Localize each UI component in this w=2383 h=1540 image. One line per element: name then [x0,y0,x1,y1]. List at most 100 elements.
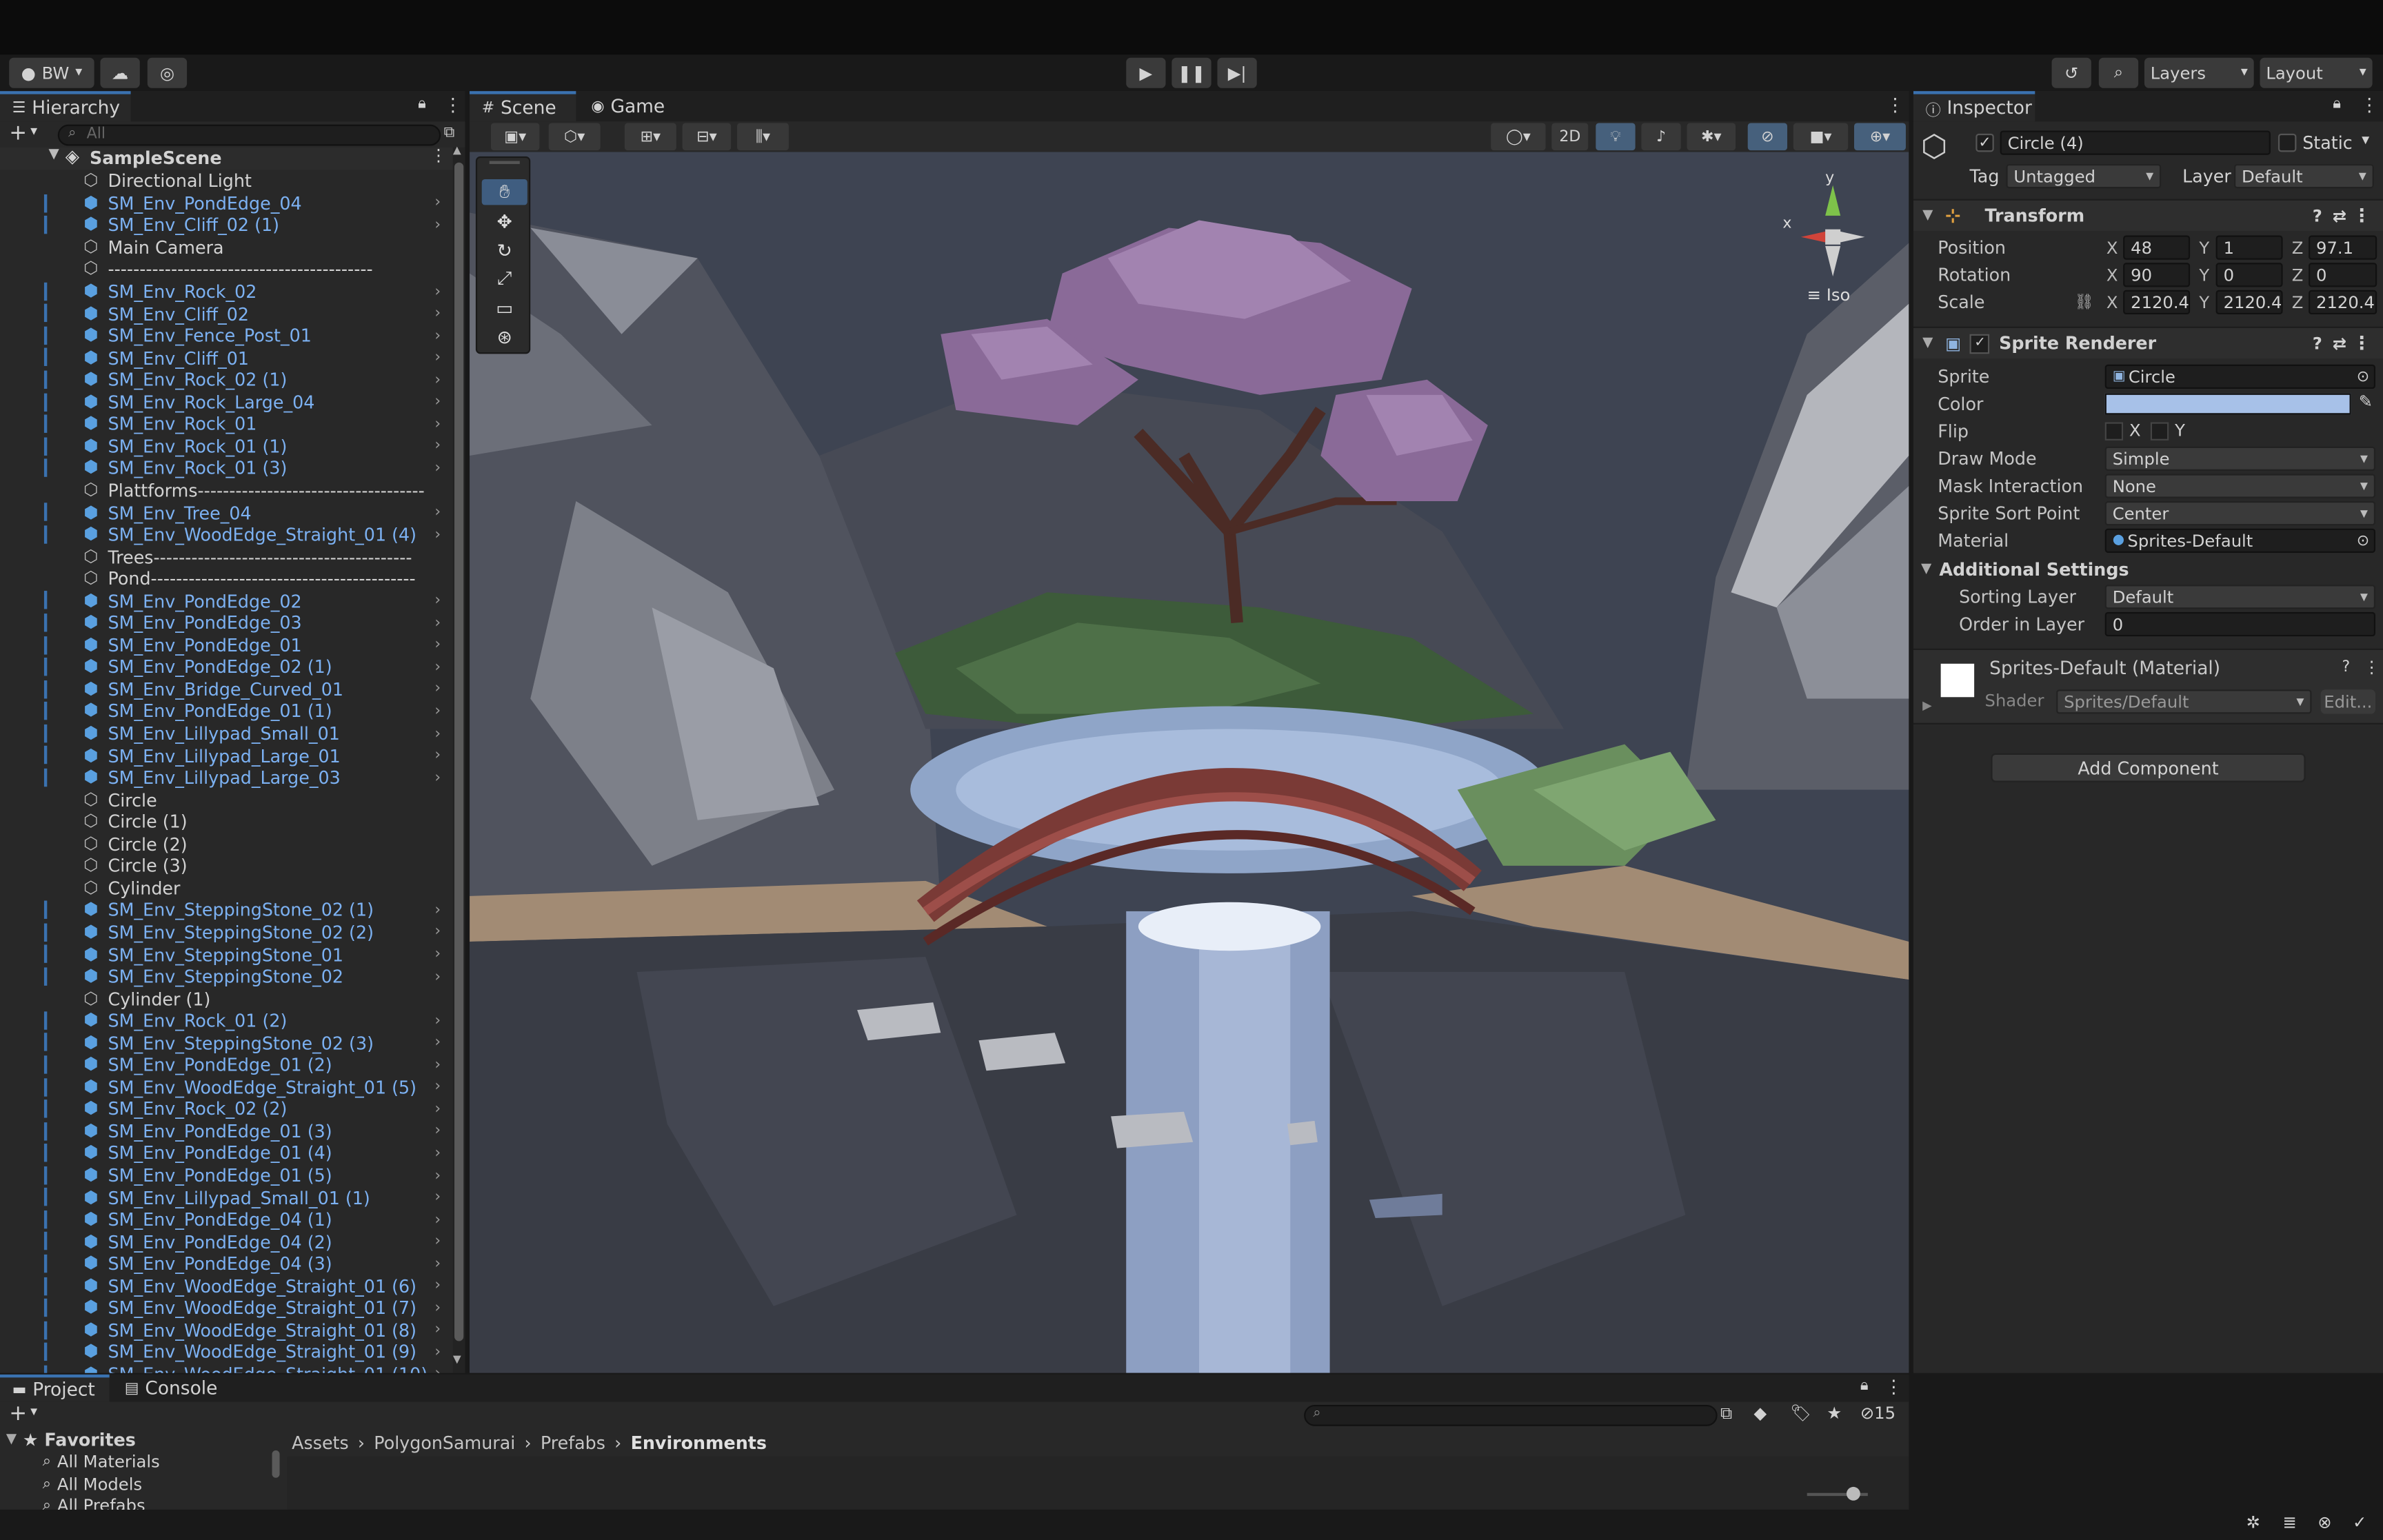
hierarchy-item[interactable]: ⬡ Circle (2) [0,833,453,855]
axis-z-label[interactable]: Z [2292,292,2304,312]
scroll-up-icon[interactable]: ▲ [453,144,461,156]
object-name-field[interactable]: Circle (4) [2000,130,2271,155]
hierarchy-item[interactable]: ⬢ SM_Env_PondEdge_01 (1) › [0,700,453,722]
hierarchy-item[interactable]: ⬢ SM_Env_Rock_01 › [0,413,453,435]
cache-icon[interactable]: ≣ [2283,1512,2297,1532]
expand-arrow-icon[interactable]: ▼ [6,1432,17,1448]
constrain-proportions-icon[interactable]: ⛓ [2075,294,2094,310]
chevron-right-icon[interactable]: › [434,902,441,918]
hierarchy-item[interactable]: ⬡ Plattforms-----------------------------… [0,480,453,502]
presets-icon[interactable]: ⇄ [2333,206,2346,226]
hierarchy-item[interactable]: ⬢ SM_Env_Rock_01 (2) › [0,1010,453,1032]
chevron-right-icon[interactable]: › [434,527,441,543]
search-options-icon[interactable]: ⧉ [444,125,455,141]
hierarchy-item[interactable]: ⬢ SM_Env_Lillypad_Large_03 › [0,767,453,789]
favorites-item[interactable]: ⌕ All Models [43,1474,142,1494]
hierarchy-item[interactable]: ⬢ SM_Env_Lillypad_Small_01 › [0,722,453,744]
hierarchy-item[interactable]: ⬢ SM_Env_SteppingStone_02 › [0,966,453,988]
hierarchy-item[interactable]: ⬡ Cylinder [0,878,453,900]
more-menu-icon[interactable]: ⋮ [1884,1376,1902,1397]
hierarchy-item[interactable]: ⬢ SM_Env_Fence_Post_01 › [0,325,453,347]
hierarchy-item[interactable]: ⬡ Circle (3) [0,855,453,878]
scene-header-row[interactable]: ▼ ◈ SampleScene ⋮ [0,146,453,170]
sort-point-dropdown[interactable]: Center [2104,501,2376,526]
add-icon[interactable]: + [9,1402,27,1426]
hierarchy-item[interactable]: ⬢ SM_Env_WoodEdge_Straight_01 (5) › [0,1076,453,1098]
project-search-input[interactable]: ⌕ [1304,1404,1718,1426]
presets-icon[interactable]: ⇄ [2333,334,2346,354]
layout-dropdown[interactable]: Layout ▾ [2260,57,2373,88]
hierarchy-item[interactable]: ⬢ SM_Env_WoodEdge_Straight_01 (9) › [0,1341,453,1364]
hierarchy-item[interactable]: ⬡ Pond-----------------------------------… [0,568,453,590]
axis-y-label[interactable]: Y [2199,238,2209,258]
chevron-right-icon[interactable]: › [434,504,441,520]
lighting-toggle[interactable]: 💡︎ [1596,123,1636,151]
axis-z-label[interactable]: Z [2292,265,2304,285]
hierarchy-item[interactable]: ⬢ SM_Env_Cliff_02 (1) › [0,214,453,236]
drag-handle[interactable] [489,161,520,164]
transform-header[interactable]: ▼ ⊹ Transform ? ⇄ ⋮ [1913,199,2383,231]
scene-menu-icon[interactable]: ⋮ [430,146,447,166]
chevron-right-icon[interactable]: › [434,283,441,300]
shader-dropdown[interactable]: Sprites/Default [2056,689,2312,714]
lock-icon[interactable]: 🔒︎ [418,96,426,112]
hierarchy-item[interactable]: ⬢ SM_Env_PondEdge_01 (2) › [0,1054,453,1076]
sorting-layer-dropdown[interactable]: Default [2104,585,2376,609]
breadcrumb-item[interactable]: Environments [631,1432,767,1454]
play-button[interactable]: ▶ [1126,57,1166,88]
collab-button[interactable]: ◎ [147,57,188,88]
chevron-right-icon[interactable]: › [434,305,441,322]
undo-history-button[interactable]: ↺ [2051,57,2091,88]
chevron-right-icon[interactable]: › [434,725,441,742]
chevron-right-icon[interactable]: › [434,924,441,941]
layer-dropdown[interactable]: Default [2234,163,2374,189]
axis-y-label[interactable]: Y [2199,292,2209,312]
add-component-button[interactable]: Add Component [1991,753,2306,782]
hierarchy-item[interactable]: ⬢ SM_Env_PondEdge_04 (3) › [0,1253,453,1275]
render-mode-button[interactable]: ⬡▾ [548,123,601,151]
hierarchy-scrollbar[interactable]: ▲ ▼ [452,144,465,1373]
hierarchy-search-input[interactable]: ⌕ All [57,124,441,146]
chevron-right-icon[interactable]: › [434,1145,441,1162]
tree-scrollbar[interactable] [270,1432,283,1508]
hierarchy-item[interactable]: ⬢ SM_Env_Rock_02 (2) › [0,1098,453,1120]
hierarchy-item[interactable]: ⬡ ---------------------------------------… [0,259,453,281]
sprite-renderer-header[interactable]: ▼ ▣ ✓ Sprite Renderer ? ⇄ ⋮ [1913,326,2383,358]
lock-icon[interactable]: 🔒︎ [1860,1377,1869,1394]
object-picker-icon[interactable]: ⊙ [2357,368,2369,385]
flip-y-checkbox[interactable] [2150,422,2169,440]
rotation-y-field[interactable]: 0 [2215,263,2283,287]
hierarchy-item[interactable]: ⬢ SM_Env_SteppingStone_02 (2) › [0,922,453,944]
sprite-field[interactable]: ▣ Circle ⊙ [2104,364,2376,389]
component-menu-icon[interactable]: ⋮ [2363,658,2380,678]
help-icon[interactable]: ? [2313,334,2322,354]
tab-console[interactable]: ▤ Console [112,1375,222,1402]
tab-project[interactable]: ▬ Project [0,1374,110,1402]
hierarchy-item[interactable]: ⬢ SM_Env_PondEdge_04 (1) › [0,1208,453,1230]
chevron-right-icon[interactable]: › [434,637,441,654]
expand-arrow-icon[interactable]: ▼ [49,148,59,163]
draw-mode-button[interactable]: ▣▾ [490,123,540,151]
debug-mode-icon[interactable]: ⊗ [2317,1512,2331,1532]
chevron-right-icon[interactable]: › [434,769,441,786]
orientation-gizmo[interactable]: y x ≡ Iso [1771,164,1892,316]
mask-interaction-dropdown[interactable]: None [2104,474,2376,498]
chevron-right-icon[interactable]: › [434,327,441,344]
chevron-right-icon[interactable]: › [434,946,441,963]
chevron-right-icon[interactable]: › [434,416,441,432]
search-by-label-icon[interactable]: ◆ [1754,1404,1767,1424]
hierarchy-item[interactable]: ⬢ SM_Env_WoodEdge_Straight_01 (10) › [0,1364,453,1373]
scale-z-field[interactable]: 2120.49 [2309,290,2377,315]
expand-arrow-icon[interactable]: ▼ [1921,562,1931,577]
chevron-right-icon[interactable]: › [434,1035,441,1051]
breadcrumb-item[interactable]: PolygonSamurai [374,1432,515,1454]
hierarchy-item[interactable]: ⬢ SM_Env_WoodEdge_Straight_01 (7) › [0,1297,453,1319]
favorite-star-icon[interactable]: ★ [1827,1404,1842,1424]
scale-y-field[interactable]: 2120.49 [2215,290,2283,315]
draw-mode-dropdown[interactable]: Simple [2104,446,2376,471]
favorites-item[interactable]: ⌕ All Prefabs [43,1496,145,1510]
hierarchy-item[interactable]: ⬡ Directional Light [0,170,453,192]
search-by-type-icon[interactable]: ⧉ [1720,1404,1732,1425]
edit-shader-button[interactable]: Edit... [2320,689,2376,714]
rect-tool[interactable]: ▭ [482,294,527,320]
